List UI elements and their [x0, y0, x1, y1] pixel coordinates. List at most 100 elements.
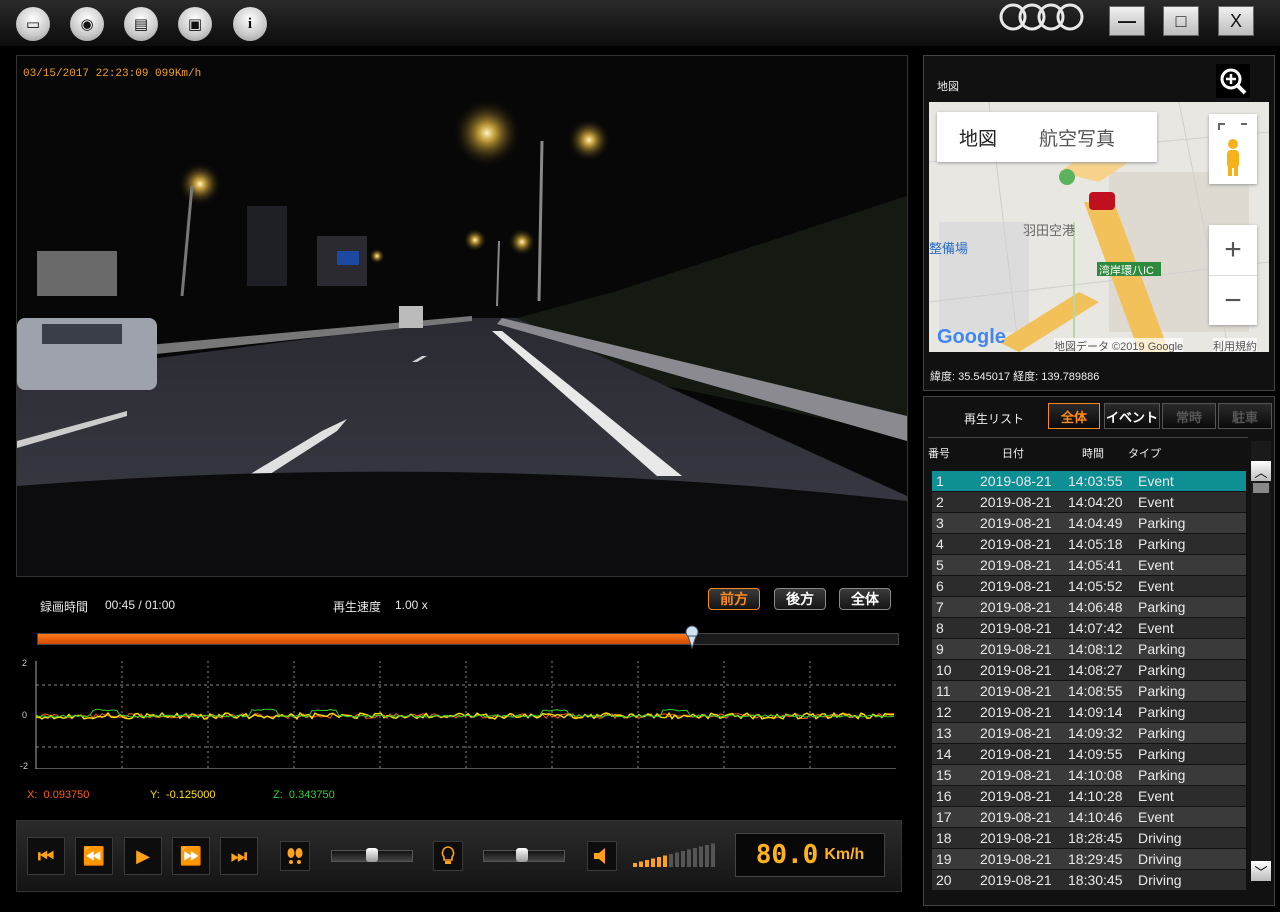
playback-speed-value: 1.00 x — [395, 598, 428, 612]
row-no: 3 — [936, 515, 944, 531]
video-player[interactable]: 03/15/2017 22:23:09 099Km/h — [16, 55, 908, 577]
info-icon[interactable]: i — [233, 7, 267, 41]
volume-meter[interactable] — [633, 843, 723, 869]
row-time: 14:04:49 — [1068, 515, 1123, 531]
brightness-slider[interactable] — [331, 848, 413, 862]
window-icon[interactable]: ▣ — [178, 7, 212, 41]
z-value: 0.343750 — [288, 789, 335, 801]
table-row[interactable]: 10 2019-08-21 14:08:27 Parking — [932, 660, 1246, 680]
table-row[interactable]: 13 2019-08-21 14:09:32 Parking — [932, 723, 1246, 743]
row-type: Driving — [1138, 872, 1182, 888]
skip-start-icon[interactable]: ⏮ — [27, 837, 65, 875]
rec-time-value: 00:45 / 01:00 — [105, 598, 176, 612]
row-type: Event — [1138, 788, 1174, 804]
row-no: 15 — [936, 767, 952, 783]
x-value-label: X: 0.093750 — [27, 789, 89, 801]
map-zoom-in-button[interactable]: + — [1209, 225, 1257, 275]
close-button[interactable]: X — [1218, 6, 1254, 36]
brand-logo — [999, 3, 1084, 31]
x-label: X: — [27, 789, 38, 801]
contrast-slider[interactable] — [483, 848, 565, 862]
table-row[interactable]: 14 2019-08-21 14:09:55 Parking — [932, 744, 1246, 764]
table-row[interactable]: 7 2019-08-21 14:06:48 Parking — [932, 597, 1246, 617]
progress-track[interactable] — [37, 625, 899, 650]
map-zoom-out-button[interactable]: − — [1209, 275, 1257, 326]
top-toolbar: ▭ ◉ ▤ ▣ i — □ X — [0, 0, 1280, 46]
table-row[interactable]: 15 2019-08-21 14:10:08 Parking — [932, 765, 1246, 785]
row-date: 2019-08-21 — [980, 641, 1052, 657]
speed-value: 80.0 — [755, 840, 819, 870]
row-date: 2019-08-21 — [980, 788, 1052, 804]
playlist-scrollbar[interactable]: ︿ ﹀ — [1251, 441, 1271, 881]
table-row[interactable]: 5 2019-08-21 14:05:41 Event — [932, 555, 1246, 575]
row-no: 4 — [936, 536, 944, 552]
table-row[interactable]: 12 2019-08-21 14:09:14 Parking — [932, 702, 1246, 722]
skip-end-icon[interactable]: ⏭ — [220, 837, 258, 875]
volume-bar — [639, 861, 643, 867]
speed-display: 80.0 Km/h — [735, 833, 885, 877]
lightbulb-icon[interactable] — [433, 841, 463, 871]
footprints-icon[interactable] — [280, 841, 310, 871]
row-no: 19 — [936, 851, 952, 867]
zoom-in-map-icon[interactable] — [1216, 64, 1250, 98]
camera-icon[interactable]: ◉ — [70, 7, 104, 41]
print-icon[interactable]: ▤ — [124, 7, 158, 41]
maximize-button[interactable]: □ — [1163, 6, 1199, 36]
speaker-icon[interactable] — [587, 841, 617, 871]
contrast-slider-knob[interactable] — [516, 848, 528, 862]
row-type: Driving — [1138, 830, 1182, 846]
table-row[interactable]: 11 2019-08-21 14:08:55 Parking — [932, 681, 1246, 701]
row-date: 2019-08-21 — [980, 851, 1052, 867]
table-row[interactable]: 18 2019-08-21 18:28:45 Driving — [932, 828, 1246, 848]
table-row[interactable]: 4 2019-08-21 14:05:18 Parking — [932, 534, 1246, 554]
fast-forward-icon[interactable]: ⏩ — [172, 837, 210, 875]
row-no: 11 — [936, 683, 951, 699]
map-view[interactable]: 地図 航空写真 + − 羽田空港 整備場 湾岸環八IC Google 地図データ… — [929, 102, 1269, 352]
table-row[interactable]: 17 2019-08-21 14:10:46 Event — [932, 807, 1246, 827]
rewind-icon[interactable]: ⏪ — [75, 837, 113, 875]
playlist-panel: 再生リスト 全体 イベント 常時 駐車 番号 日付 時間 タイプ 1 2019-0… — [923, 396, 1275, 906]
row-no: 13 — [936, 725, 952, 741]
street-view-control[interactable] — [1209, 114, 1257, 184]
scroll-up-icon[interactable]: ︿ — [1251, 461, 1271, 481]
progress-handle[interactable] — [685, 625, 699, 650]
table-row[interactable]: 16 2019-08-21 14:10:28 Event — [932, 786, 1246, 806]
rec-time-label: 録画時間 — [40, 600, 89, 614]
map-tab-map[interactable]: 地図 — [959, 124, 997, 151]
play-icon[interactable]: ▶ — [124, 837, 162, 875]
z-label: Z: — [273, 789, 283, 801]
row-time: 14:05:18 — [1068, 536, 1123, 552]
row-type: Event — [1138, 578, 1174, 594]
view-rear-button[interactable]: 後方 — [774, 588, 826, 610]
table-row[interactable]: 20 2019-08-21 18:30:45 Driving — [932, 870, 1246, 890]
minimize-button[interactable]: — — [1109, 6, 1145, 36]
row-time: 14:10:28 — [1068, 788, 1123, 804]
scroll-thumb[interactable] — [1253, 483, 1269, 493]
map-tab-aerial[interactable]: 航空写真 — [1039, 124, 1115, 151]
row-time: 14:06:48 — [1068, 599, 1123, 615]
volume-bar — [681, 851, 685, 867]
open-folder-icon[interactable]: ▭ — [16, 7, 50, 41]
row-no: 12 — [936, 704, 952, 720]
table-row[interactable]: 6 2019-08-21 14:05:52 Event — [932, 576, 1246, 596]
row-no: 7 — [936, 599, 944, 615]
row-time: 14:05:41 — [1068, 557, 1123, 573]
z-value-label: Z: 0.343750 — [273, 789, 335, 801]
view-all-button[interactable]: 全体 — [839, 588, 891, 610]
map-panel: 地図 地図 航空写真 + − 羽田空港 整備場 湾岸環八IC Google 地図… — [923, 55, 1275, 391]
row-date: 2019-08-21 — [980, 746, 1052, 762]
scroll-down-icon[interactable]: ﹀ — [1251, 861, 1271, 881]
table-row[interactable]: 19 2019-08-21 18:29:45 Driving — [932, 849, 1246, 869]
table-row[interactable]: 2 2019-08-21 14:04:20 Event — [932, 492, 1246, 512]
brightness-slider-knob[interactable] — [366, 848, 378, 862]
table-row[interactable]: 9 2019-08-21 14:08:12 Parking — [932, 639, 1246, 659]
view-front-button[interactable]: 前方 — [708, 588, 760, 610]
row-no: 16 — [936, 788, 952, 804]
table-row[interactable]: 8 2019-08-21 14:07:42 Event — [932, 618, 1246, 638]
volume-bar — [669, 854, 673, 867]
table-row[interactable]: 1 2019-08-21 14:03:55 Event — [932, 471, 1246, 491]
map-terms-link[interactable]: 利用規約 — [1213, 338, 1257, 352]
table-row[interactable]: 3 2019-08-21 14:04:49 Parking — [932, 513, 1246, 533]
row-date: 2019-08-21 — [980, 578, 1052, 594]
volume-bar — [663, 855, 667, 867]
